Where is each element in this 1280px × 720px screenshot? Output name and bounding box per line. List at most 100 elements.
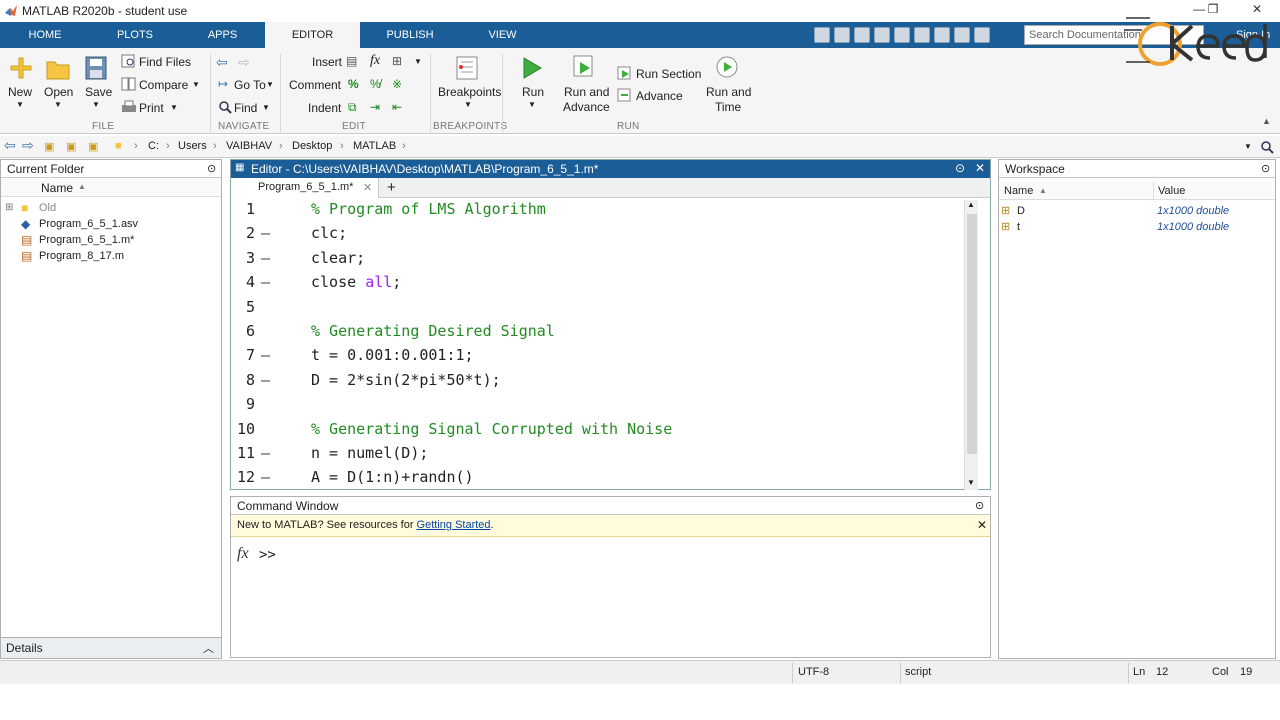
breakpoint-marker[interactable]: — bbox=[261, 224, 270, 242]
find-button[interactable]: Find bbox=[234, 101, 257, 115]
comment-percent-icon[interactable]: % bbox=[348, 77, 359, 91]
breakpoint-marker[interactable]: — bbox=[261, 249, 270, 267]
code-line[interactable]: 12 — A = D(1:n)+randn() bbox=[231, 468, 966, 492]
forward-icon[interactable]: ⇨ bbox=[22, 137, 34, 154]
breakpoints-dropdown-icon[interactable]: ▼ bbox=[464, 100, 472, 109]
vertical-scrollbar[interactable]: ▲ ▼ bbox=[964, 200, 978, 490]
close-notice-icon[interactable]: ✕ bbox=[977, 518, 987, 532]
line-number[interactable]: 3 bbox=[231, 249, 255, 267]
search-folder-icon[interactable] bbox=[1260, 140, 1274, 154]
indent-button[interactable]: Indent bbox=[308, 101, 341, 115]
run-dropdown-icon[interactable]: ▼ bbox=[528, 100, 536, 109]
code-text[interactable]: A = D(1:n)+randn() bbox=[311, 468, 474, 486]
folder-item-old[interactable]: Old bbox=[39, 202, 56, 214]
cut-icon[interactable] bbox=[834, 27, 850, 43]
run-section-button[interactable]: Run Section bbox=[636, 67, 701, 81]
line-number[interactable]: 9 bbox=[231, 395, 255, 413]
line-number[interactable]: 7 bbox=[231, 346, 255, 364]
insert-button[interactable]: Insert bbox=[312, 55, 342, 69]
code-text[interactable]: clear; bbox=[311, 249, 365, 267]
code-line[interactable]: 10 % Generating Signal Corrupted with Noi… bbox=[231, 420, 966, 444]
code-line[interactable]: 3 — clear; bbox=[231, 249, 966, 273]
breakpoint-marker[interactable]: — bbox=[261, 468, 270, 486]
line-number[interactable]: 2 bbox=[231, 224, 255, 242]
browse-folder-icon[interactable]: ▣ bbox=[66, 140, 76, 153]
open-dropdown-icon[interactable]: ▼ bbox=[54, 100, 62, 109]
save-dropdown-icon[interactable]: ▼ bbox=[92, 100, 100, 109]
expand-icon[interactable]: ⊞ bbox=[5, 202, 13, 213]
line-number[interactable]: 5 bbox=[231, 298, 255, 316]
code-text[interactable]: n = numel(D); bbox=[311, 444, 428, 462]
workspace-var-value[interactable]: 1x1000 double bbox=[1157, 205, 1229, 217]
forward-arrow-icon[interactable]: ⇨ bbox=[238, 54, 250, 71]
scrollbar-thumb[interactable] bbox=[967, 214, 977, 454]
scroll-up-icon[interactable]: ▲ bbox=[967, 200, 975, 209]
breadcrumb-matlab[interactable]: MATLAB bbox=[353, 140, 396, 152]
new-tab-icon[interactable]: + bbox=[387, 179, 396, 196]
line-number[interactable]: 8 bbox=[231, 371, 255, 389]
redo-icon[interactable] bbox=[914, 27, 930, 43]
run-button[interactable]: Run bbox=[522, 85, 544, 99]
code-area[interactable]: 1 % Program of LMS Algorithm 2 — clc; 3 — clear… bbox=[231, 200, 966, 490]
back-icon[interactable]: ⇦ bbox=[4, 137, 16, 154]
breakpoints-button[interactable]: Breakpoints bbox=[438, 85, 501, 99]
print-button[interactable]: Print bbox=[139, 101, 164, 115]
file-item-program-6-5-1[interactable]: Program_6_5_1.m* bbox=[39, 234, 134, 246]
save-icon[interactable] bbox=[814, 27, 830, 43]
collapse-ribbon-icon[interactable]: ▲ bbox=[1262, 116, 1271, 126]
code-text[interactable]: close all; bbox=[311, 273, 401, 291]
insert-dropdown-icon[interactable]: ▼ bbox=[414, 57, 422, 66]
wrap-comments-icon[interactable]: ※ bbox=[392, 77, 402, 91]
panel-actions-icon[interactable]: ⊙ bbox=[975, 499, 984, 512]
tab-view[interactable]: VIEW bbox=[460, 22, 545, 48]
line-number[interactable]: 6 bbox=[231, 322, 255, 340]
print-dropdown-icon[interactable]: ▼ bbox=[170, 103, 178, 112]
workspace-var-name[interactable]: D bbox=[1017, 205, 1025, 217]
code-line[interactable]: 4 — close all; bbox=[231, 273, 966, 297]
panel-actions-icon[interactable]: ⊙ bbox=[1261, 162, 1270, 175]
switch-windows-icon[interactable] bbox=[934, 27, 950, 43]
go-to-button[interactable]: Go To bbox=[234, 78, 266, 92]
code-text[interactable]: % Generating Desired Signal bbox=[311, 322, 555, 340]
advance-button[interactable]: Advance bbox=[636, 89, 683, 103]
line-number[interactable]: 1 bbox=[231, 200, 255, 218]
line-number[interactable]: 4 bbox=[231, 273, 255, 291]
code-line[interactable]: 1 % Program of LMS Algorithm bbox=[231, 200, 966, 224]
find-files-button[interactable]: Find Files bbox=[139, 55, 191, 69]
details-panel[interactable]: Details ︿ bbox=[0, 637, 222, 659]
editor-tab[interactable]: Program_6_5_1.m* ✕ bbox=[231, 178, 379, 198]
breadcrumb-vaibhav[interactable]: VAIBHAV bbox=[226, 140, 272, 152]
tab-plots[interactable]: PLOTS bbox=[90, 22, 180, 48]
code-line[interactable]: 8 — D = 2*sin(2*pi*50*t); bbox=[231, 371, 966, 395]
breakpoint-marker[interactable]: — bbox=[261, 444, 270, 462]
close-tab-icon[interactable]: ✕ bbox=[363, 181, 372, 194]
workspace-var-value[interactable]: 1x1000 double bbox=[1157, 221, 1229, 233]
code-line[interactable]: 6 % Generating Desired Signal bbox=[231, 322, 966, 346]
name-column-header[interactable]: Name bbox=[1004, 185, 1033, 197]
code-line[interactable]: 11 — n = numel(D); bbox=[231, 444, 966, 468]
find-dropdown-icon[interactable]: ▼ bbox=[262, 103, 270, 112]
name-column-header[interactable]: Name bbox=[41, 181, 73, 195]
code-line[interactable]: 9 bbox=[231, 395, 966, 419]
insert-variable-icon[interactable]: ⊞ bbox=[392, 54, 402, 68]
line-number[interactable]: 11 bbox=[231, 444, 255, 462]
paste-icon[interactable] bbox=[874, 27, 890, 43]
panel-actions-icon[interactable]: ⊙ bbox=[207, 162, 216, 175]
decrease-indent-icon[interactable]: ⇤ bbox=[392, 100, 402, 114]
copy-icon[interactable] bbox=[854, 27, 870, 43]
line-number[interactable]: 10 bbox=[231, 420, 255, 438]
line-number[interactable]: 12 bbox=[231, 468, 255, 486]
workspace-var-name[interactable]: t bbox=[1017, 221, 1020, 233]
help-icon[interactable] bbox=[954, 27, 970, 43]
code-text[interactable]: % Generating Signal Corrupted with Noise bbox=[311, 420, 672, 438]
insert-function-icon[interactable]: fx bbox=[370, 53, 380, 69]
code-text[interactable]: clc; bbox=[311, 224, 347, 242]
new-dropdown-icon[interactable]: ▼ bbox=[16, 100, 24, 109]
code-line[interactable]: 7 — t = 0.001:0.001:1; bbox=[231, 346, 966, 370]
compare-dropdown-icon[interactable]: ▼ bbox=[192, 80, 200, 89]
open-button[interactable]: Open bbox=[44, 85, 73, 99]
expand-details-icon[interactable]: ︿ bbox=[203, 640, 214, 656]
up-folder-icon[interactable]: ▣ bbox=[44, 140, 54, 153]
code-line[interactable]: 5 bbox=[231, 298, 966, 322]
function-browser-icon[interactable]: fx bbox=[237, 545, 249, 563]
